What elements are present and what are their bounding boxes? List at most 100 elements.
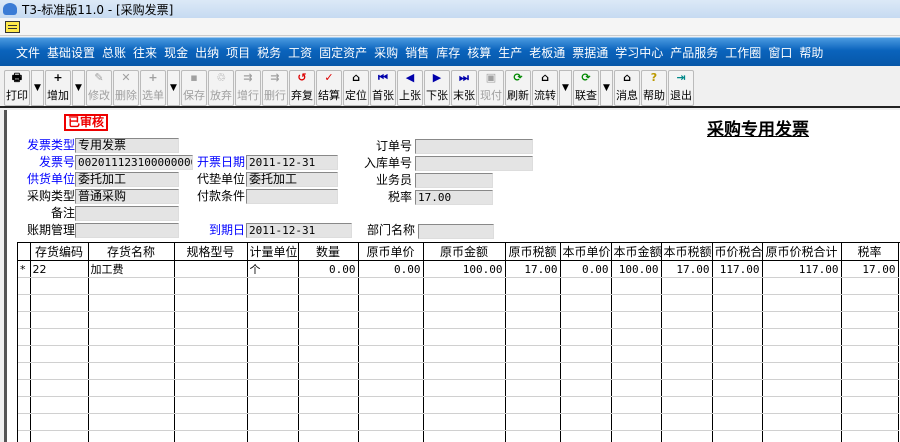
discard-button[interactable]: ♲ 放弃 <box>208 70 234 106</box>
supplier-field[interactable]: 委托加工 <box>75 172 179 187</box>
table-cell[interactable] <box>661 379 713 397</box>
table-cell[interactable] <box>560 430 612 442</box>
menu-item[interactable]: 销售 <box>405 44 429 61</box>
empty-row[interactable] <box>18 413 899 431</box>
receipt-no-field[interactable] <box>415 156 533 171</box>
table-cell[interactable] <box>560 311 612 329</box>
table-cell[interactable] <box>661 311 713 329</box>
table-cell[interactable]: * <box>18 260 31 278</box>
empty-row[interactable] <box>18 379 899 397</box>
dropdown-arrow-icon[interactable]: ▼ <box>559 70 572 106</box>
table-cell[interactable] <box>358 413 424 431</box>
delete-button[interactable]: ✕ 删除 <box>113 70 139 106</box>
table-cell[interactable] <box>247 294 299 312</box>
table-cell[interactable] <box>358 362 424 380</box>
table-cell[interactable] <box>560 345 612 363</box>
table-cell[interactable] <box>505 294 561 312</box>
table-cell[interactable] <box>841 294 899 312</box>
column-header[interactable]: 原币单价 <box>358 243 424 261</box>
menu-item[interactable]: 项目 <box>226 44 250 61</box>
unapprove-button[interactable]: ↺ 弃复 <box>289 70 315 106</box>
payee-field[interactable]: 委托加工 <box>246 172 338 187</box>
table-cell[interactable] <box>247 277 299 295</box>
menu-item[interactable]: 固定资产 <box>319 44 367 61</box>
table-cell[interactable] <box>358 311 424 329</box>
column-header[interactable]: 币价税合 <box>712 243 763 261</box>
table-cell[interactable] <box>298 277 359 295</box>
table-cell[interactable] <box>611 379 662 397</box>
table-cell[interactable] <box>298 413 359 431</box>
cash-pay-button[interactable]: ▣ 现付 <box>478 70 504 106</box>
table-cell[interactable] <box>841 362 899 380</box>
table-cell[interactable] <box>174 294 248 312</box>
table-cell[interactable]: 0.00 <box>298 260 359 278</box>
empty-row[interactable] <box>18 277 899 295</box>
table-cell[interactable] <box>505 413 561 431</box>
first-button[interactable]: ⏮ 首张 <box>370 70 396 106</box>
table-cell[interactable] <box>88 345 175 363</box>
table-cell[interactable] <box>611 294 662 312</box>
table-cell[interactable] <box>762 345 842 363</box>
table-cell[interactable] <box>560 294 612 312</box>
table-cell[interactable] <box>560 277 612 295</box>
menu-item[interactable]: 税务 <box>257 44 281 61</box>
table-cell[interactable] <box>841 430 899 442</box>
table-cell[interactable] <box>88 430 175 442</box>
table-cell[interactable] <box>298 328 359 346</box>
table-cell[interactable] <box>423 311 506 329</box>
dept-field[interactable] <box>418 224 494 239</box>
order-no-field[interactable] <box>415 139 533 154</box>
table-cell[interactable] <box>18 430 31 442</box>
edit-button[interactable]: ✎ 修改 <box>86 70 112 106</box>
add-doc-button[interactable]: + 增加 <box>45 70 71 106</box>
table-cell[interactable] <box>611 311 662 329</box>
table-cell[interactable] <box>174 362 248 380</box>
message-button[interactable]: ⌂ 消息 <box>614 70 640 106</box>
table-cell[interactable] <box>174 277 248 295</box>
remark-field[interactable] <box>75 206 179 221</box>
table-cell[interactable] <box>841 328 899 346</box>
last-button[interactable]: ⏭ 末张 <box>451 70 477 106</box>
table-cell[interactable] <box>30 311 89 329</box>
table-cell[interactable]: 22 <box>30 260 89 278</box>
table-cell[interactable] <box>560 396 612 414</box>
menu-item[interactable]: 工资 <box>288 44 312 61</box>
table-cell[interactable]: 17.00 <box>505 260 561 278</box>
term-field[interactable] <box>75 223 179 238</box>
column-header[interactable]: 存货名称 <box>88 243 175 261</box>
table-cell[interactable] <box>505 328 561 346</box>
table-cell[interactable] <box>423 379 506 397</box>
table-cell[interactable] <box>30 294 89 312</box>
table-cell[interactable] <box>712 277 763 295</box>
table-cell[interactable] <box>661 345 713 363</box>
table-cell[interactable]: 117.00 <box>762 260 842 278</box>
invoice-date-field[interactable]: 2011-12-31 <box>246 155 338 170</box>
table-cell[interactable] <box>174 311 248 329</box>
table-cell[interactable] <box>30 328 89 346</box>
column-header[interactable] <box>18 243 31 261</box>
menu-item[interactable]: 窗口 <box>768 44 792 61</box>
table-cell[interactable] <box>505 345 561 363</box>
empty-row[interactable] <box>18 430 899 442</box>
table-cell[interactable] <box>423 277 506 295</box>
table-cell[interactable] <box>18 277 31 295</box>
table-cell[interactable] <box>841 311 899 329</box>
table-cell[interactable] <box>174 345 248 363</box>
menu-item[interactable]: 出纳 <box>195 44 219 61</box>
table-cell[interactable]: 100.00 <box>423 260 506 278</box>
table-cell[interactable] <box>298 362 359 380</box>
table-cell[interactable] <box>841 379 899 397</box>
table-cell[interactable] <box>88 277 175 295</box>
table-cell[interactable] <box>712 311 763 329</box>
table-cell[interactable] <box>247 396 299 414</box>
table-cell[interactable] <box>423 362 506 380</box>
column-header[interactable]: 存货编码 <box>30 243 89 261</box>
table-cell[interactable] <box>358 379 424 397</box>
table-cell[interactable] <box>88 413 175 431</box>
add-row-button[interactable]: ⇉ 增行 <box>235 70 261 106</box>
menu-item[interactable]: 采购 <box>374 44 398 61</box>
table-cell[interactable] <box>611 362 662 380</box>
table-cell[interactable] <box>18 345 31 363</box>
table-cell[interactable] <box>505 396 561 414</box>
query-button[interactable]: ⟳ 联查 <box>573 70 599 106</box>
